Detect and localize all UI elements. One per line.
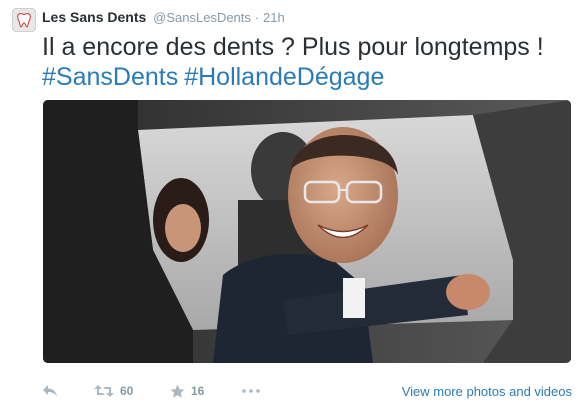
tweet-photo[interactable] (43, 100, 571, 363)
timestamp[interactable]: 21h (263, 10, 285, 25)
tweet-header: Les Sans Dents @SansLesDents · 21h (42, 8, 285, 27)
more-dots-icon (242, 389, 260, 393)
tweet-actions: 60 16 View more photos and videos (42, 376, 572, 406)
more-button[interactable] (242, 376, 260, 406)
favorite-count: 16 (191, 384, 205, 398)
reply-button[interactable] (42, 376, 58, 406)
view-more-photos-link[interactable]: View more photos and videos (402, 376, 572, 406)
display-name[interactable]: Les Sans Dents (42, 9, 146, 25)
hashtag-sansdents[interactable]: #SansDents (42, 63, 178, 91)
tweet-body: Il a encore des dents ? Plus pour longte… (42, 33, 544, 61)
retweet-count: 60 (120, 384, 134, 398)
tweet-text: Il a encore des dents ? Plus pour longte… (42, 32, 572, 92)
separator-dot: · (254, 10, 260, 25)
favorite-button[interactable]: 16 (170, 376, 204, 406)
retweet-icon (94, 385, 114, 397)
retweet-button[interactable]: 60 (94, 376, 133, 406)
avatar[interactable] (12, 8, 36, 32)
reply-icon (43, 385, 57, 397)
photo-man-in-car (43, 100, 571, 363)
tweet-card: Les Sans Dents @SansLesDents · 21h Il a … (0, 0, 583, 420)
hashtag-hollandedegage[interactable]: #HollandeDégage (184, 63, 384, 91)
tooth-icon (17, 13, 31, 28)
star-icon (170, 384, 185, 398)
user-handle[interactable]: @SansLesDents (153, 10, 251, 25)
hashtags: #SansDents #HollandeDégage (42, 62, 572, 92)
